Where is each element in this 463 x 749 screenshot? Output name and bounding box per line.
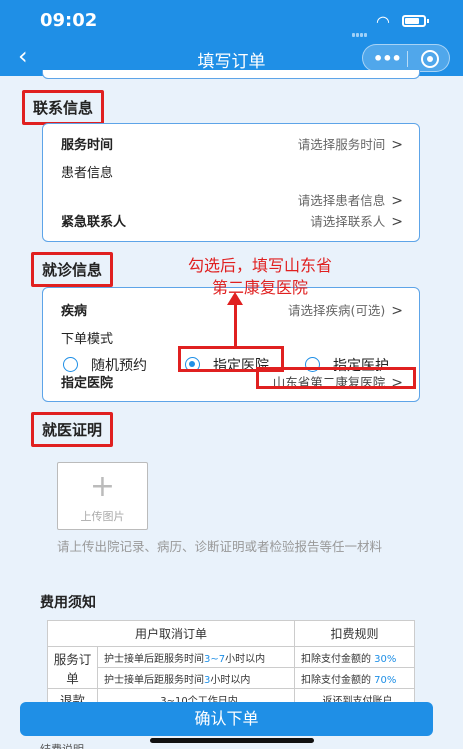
radio-random[interactable]: [63, 357, 78, 372]
emergency-contact-picker[interactable]: 请选择联系人 >: [310, 211, 403, 230]
disease-picker[interactable]: 请选择疾病(可选) >: [288, 300, 403, 319]
status-time: 09:02: [40, 10, 98, 31]
chevron-right-icon: >: [391, 303, 403, 319]
fee-header-rule: 扣费规则: [293, 620, 416, 647]
annotation-text: 勾选后，填写山东省 第二康复医院: [165, 255, 355, 299]
chevron-right-icon: >: [391, 214, 403, 230]
upload-image-button[interactable]: + 上传图片: [57, 462, 148, 530]
hospital-label: 指定医院: [61, 376, 114, 391]
upload-label: 上传图片: [80, 510, 125, 523]
service-time-value: 请选择服务时间: [297, 137, 386, 152]
section-title-visit: 就诊信息: [31, 252, 114, 287]
section-title-contact: 联系信息: [22, 90, 105, 125]
chevron-right-icon: >: [391, 193, 403, 209]
plus-icon: +: [89, 469, 116, 504]
patient-info-picker[interactable]: 请选择患者信息 >: [298, 190, 403, 209]
confirm-order-button[interactable]: 确认下单: [20, 702, 433, 736]
wifi-icon: ◠: [376, 12, 390, 31]
table-row: 护士接单后距服务时间3小时以内 扣除支付金额的 70%: [48, 667, 416, 689]
cellular-signal-icon: [352, 22, 368, 37]
contact-card: 服务时间 请选择服务时间 > 患者信息 请选择患者信息 > 紧急联系人 请选择联系人…: [42, 123, 420, 242]
close-miniprogram-icon[interactable]: [421, 50, 439, 68]
service-time-picker[interactable]: 请选择服务时间 >: [298, 134, 403, 153]
fee-title: 费用须知: [40, 595, 96, 611]
status-bar: 09:02 ◠: [0, 0, 463, 40]
fee-row1-cond: 护士接单后距服务时间3~7小时以内: [97, 646, 295, 668]
emergency-contact-label: 紧急联系人: [61, 215, 127, 230]
annotation-arrow-line: [234, 303, 237, 347]
order-mode-label: 下单模式: [61, 332, 114, 347]
upload-hint: 请上传出院记录、病历、诊断证明或者检验报告等任一材料: [57, 539, 383, 554]
annotation-line-2: 第二康复医院: [211, 278, 308, 297]
disease-value: 请选择疾病(可选): [288, 303, 386, 318]
annotation-box-hospital-value: [256, 367, 416, 389]
disease-label: 疾病: [61, 304, 88, 319]
capsule-divider: [407, 51, 408, 67]
chevron-right-icon: >: [391, 137, 403, 153]
fee-table: 用户取消订单 扣费规则 服务订单 护士接单后距服务时间3~7小时以内 扣除支付金…: [47, 620, 416, 710]
section-title-proof: 就医证明: [31, 412, 114, 447]
fee-row1-rule: 扣除支付金额的 30%: [293, 646, 416, 668]
fee-row2-rule: 扣除支付金额的 70%: [293, 667, 416, 689]
annotation-line-1: 勾选后，填写山东省: [187, 256, 332, 275]
table-row: 服务订单 护士接单后距服务时间3~7小时以内 扣除支付金额的 30%: [47, 646, 416, 689]
previous-card-edge: [42, 70, 420, 79]
battery-icon: [402, 15, 429, 27]
home-indicator: [150, 738, 314, 743]
fee-cat-service: 服务订单: [47, 646, 98, 689]
more-icon[interactable]: •••: [373, 49, 402, 68]
peek-text: 结费说明: [40, 741, 84, 749]
fee-row2-cond: 护士接单后距服务时间3小时以内: [97, 667, 295, 689]
patient-info-label: 患者信息: [61, 166, 114, 181]
fee-header-cancel: 用户取消订单: [47, 620, 295, 647]
miniprogram-capsule: •••: [362, 44, 450, 72]
service-time-label: 服务时间: [61, 138, 114, 153]
emergency-contact-value: 请选择联系人: [310, 214, 386, 229]
patient-info-value: 请选择患者信息: [297, 193, 386, 208]
